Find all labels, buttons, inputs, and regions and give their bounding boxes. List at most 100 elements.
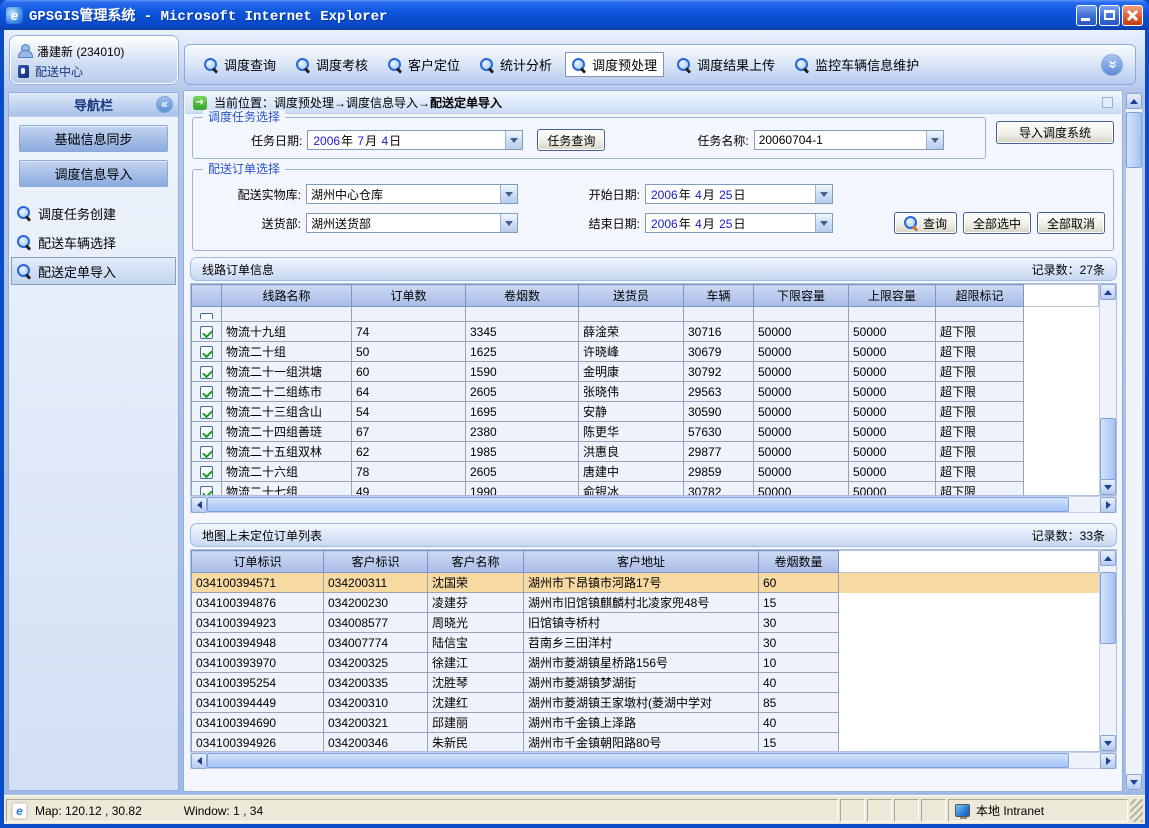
sidebar-link-0[interactable]: 调度任务创建 (11, 199, 176, 227)
table-row[interactable]: 034100393970034200325徐建江湖州市菱湖镇星桥路156号10 (192, 653, 1099, 673)
scroll-right-button[interactable] (1100, 753, 1116, 769)
query-button[interactable]: 查询 (894, 212, 957, 234)
column-header[interactable]: 送货员 (579, 285, 684, 307)
cell-deliverer: 俞银冰 (579, 482, 684, 496)
page-vscrollbar[interactable] (1125, 92, 1143, 791)
scroll-left-button[interactable] (191, 753, 207, 769)
toolbar-expand-button[interactable]: « (1101, 54, 1123, 76)
row-checkbox[interactable] (200, 386, 213, 399)
toolbar-item-6[interactable]: 监控车辆信息维护 (788, 52, 926, 77)
scroll-thumb[interactable] (207, 497, 1069, 512)
cell-route: 物流二十七组 (222, 482, 352, 496)
row-checkbox[interactable] (200, 326, 213, 339)
sidebar-section-0[interactable]: 基础信息同步 (19, 125, 168, 152)
route-table-hscrollbar[interactable] (190, 496, 1117, 513)
table-row[interactable]: 物流二十四组善琏672380陈更华576305000050000超下限 (192, 422, 1099, 442)
select-all-button[interactable]: 全部选中 (963, 212, 1031, 234)
table-row[interactable]: 034100394571034200311沈国荣湖州市下昂镇市河路17号60 (192, 573, 1099, 593)
row-checkbox[interactable] (200, 366, 213, 379)
table-row[interactable]: 034100394876034200230凌建芬湖州市旧馆镇麒麟村北凌家兜48号… (192, 593, 1099, 613)
sidebar-section-1[interactable]: 调度信息导入 (19, 160, 168, 187)
scroll-down-button[interactable] (1100, 479, 1116, 495)
table-row[interactable]: 034100394926034200346朱新民湖州市千金镇朝阳路80号15 (192, 733, 1099, 752)
row-checkbox[interactable] (200, 446, 213, 459)
toolbar-item-0[interactable]: 调度查询 (197, 52, 283, 77)
toolbar-item-5[interactable]: 调度结果上传 (670, 52, 782, 77)
table-row[interactable]: 物流二十组501625许晓峰306795000050000超下限 (192, 342, 1099, 362)
table-row[interactable]: 物流二十七组491990俞银冰307825000050000超下限 (192, 482, 1099, 496)
table-row[interactable]: 物流二十一组洪塘601590金明康307925000050000超下限 (192, 362, 1099, 382)
scroll-thumb[interactable] (1126, 112, 1142, 168)
scroll-left-button[interactable] (191, 497, 207, 513)
sidebar-link-2[interactable]: 配送定单导入 (11, 257, 176, 285)
unlocated-table-vscrollbar[interactable] (1099, 550, 1116, 751)
column-header[interactable]: 上限容量 (849, 285, 936, 307)
scroll-thumb[interactable] (1100, 418, 1116, 480)
sidebar-link-1[interactable]: 配送车辆选择 (11, 228, 176, 256)
title-bar[interactable]: e GPSGIS管理系统 - Microsoft Internet Explor… (0, 0, 1149, 30)
scroll-thumb[interactable] (1100, 572, 1116, 644)
column-header[interactable]: 线路名称 (222, 285, 352, 307)
scroll-thumb[interactable] (207, 753, 1069, 768)
toolbar-item-1[interactable]: 调度考核 (289, 52, 375, 77)
table-row[interactable]: 034100395254034200335沈胜琴湖州市菱湖镇梦湖街40 (192, 673, 1099, 693)
scroll-down-button[interactable] (1100, 735, 1116, 751)
toolbar-item-4[interactable]: 调度预处理 (565, 52, 664, 77)
column-header[interactable]: 订单标识 (192, 551, 324, 573)
column-header[interactable]: 客户标识 (324, 551, 428, 573)
scroll-up-button[interactable] (1100, 550, 1116, 566)
delivery-dept-select[interactable]: 湖州送货部 (306, 213, 518, 233)
table-row[interactable]: 034100394690034200321邱建丽湖州市千金镇上泽路40 (192, 713, 1099, 733)
warehouse-select[interactable]: 湖州中心仓库 (306, 184, 518, 204)
task-query-button[interactable]: 任务查询 (537, 129, 605, 151)
task-name-select[interactable]: 20060704-1 (754, 130, 944, 150)
start-date-select[interactable]: 2006年 4月 25日 (645, 184, 833, 204)
scroll-right-button[interactable] (1100, 497, 1116, 513)
dropdown-arrow-icon[interactable] (500, 214, 517, 232)
scroll-up-button[interactable] (1100, 284, 1116, 300)
table-row[interactable]: 物流十九组743345薛淦荣307165000050000超下限 (192, 322, 1099, 342)
scroll-down-button[interactable] (1126, 774, 1142, 790)
column-header[interactable]: 卷烟数量 (759, 551, 839, 573)
pane-restore-box[interactable] (1102, 97, 1113, 108)
table-row[interactable]: 物流二十三组含山541695安静305905000050000超下限 (192, 402, 1099, 422)
row-checkbox[interactable] (200, 426, 213, 439)
table-row[interactable]: 034100394923034008577周晓光旧馆镇寺桥村30 (192, 613, 1099, 633)
table-row[interactable]: 034100394449034200310沈建红湖州市菱湖镇王家墩村(菱湖中学对… (192, 693, 1099, 713)
maximize-button[interactable] (1099, 5, 1120, 26)
route-table-vscrollbar[interactable] (1099, 284, 1116, 495)
column-header[interactable]: 客户名称 (428, 551, 524, 573)
column-header[interactable]: 超限标记 (936, 285, 1024, 307)
column-header[interactable]: 卷烟数 (466, 285, 579, 307)
row-checkbox[interactable] (200, 406, 213, 419)
column-header[interactable]: 下限容量 (754, 285, 849, 307)
table-row[interactable]: 物流二十五组双林621985洪惠良298775000050000超下限 (192, 442, 1099, 462)
table-row[interactable]: 物流二十二组练市642605张晓伟295635000050000超下限 (192, 382, 1099, 402)
task-date-select[interactable]: 2006年 7月 4日 (307, 130, 523, 150)
row-checkbox[interactable] (200, 346, 213, 359)
toolbar-item-2[interactable]: 客户定位 (381, 52, 467, 77)
dropdown-arrow-icon[interactable] (505, 131, 522, 149)
table-row[interactable]: 物流二十六组782605唐建中298595000050000超下限 (192, 462, 1099, 482)
end-date-select[interactable]: 2006年 4月 25日 (645, 213, 833, 233)
import-to-dispatch-button[interactable]: 导入调度系统 (996, 121, 1114, 144)
dropdown-arrow-icon[interactable] (500, 185, 517, 203)
column-header[interactable]: 客户地址 (524, 551, 759, 573)
minimize-button[interactable] (1076, 5, 1097, 26)
dropdown-arrow-icon[interactable] (815, 185, 832, 203)
toolbar-item-3[interactable]: 统计分析 (473, 52, 559, 77)
column-header[interactable]: 车辆 (684, 285, 754, 307)
scroll-up-button[interactable] (1126, 93, 1142, 109)
row-checkbox[interactable] (200, 466, 213, 479)
table-row[interactable]: 034100394948034007774陆信宝苕南乡三田洋村30 (192, 633, 1099, 653)
cell (222, 307, 352, 322)
deselect-all-button[interactable]: 全部取消 (1037, 212, 1105, 234)
dropdown-arrow-icon[interactable] (815, 214, 832, 232)
column-header[interactable]: 订单数 (352, 285, 466, 307)
unlocated-table-hscrollbar[interactable] (190, 752, 1117, 769)
row-checkbox[interactable] (200, 486, 213, 495)
resize-grip[interactable] (1130, 799, 1143, 822)
close-button[interactable] (1122, 5, 1143, 26)
dropdown-arrow-icon[interactable] (926, 131, 943, 149)
sidebar-collapse-button[interactable]: « (156, 96, 173, 113)
